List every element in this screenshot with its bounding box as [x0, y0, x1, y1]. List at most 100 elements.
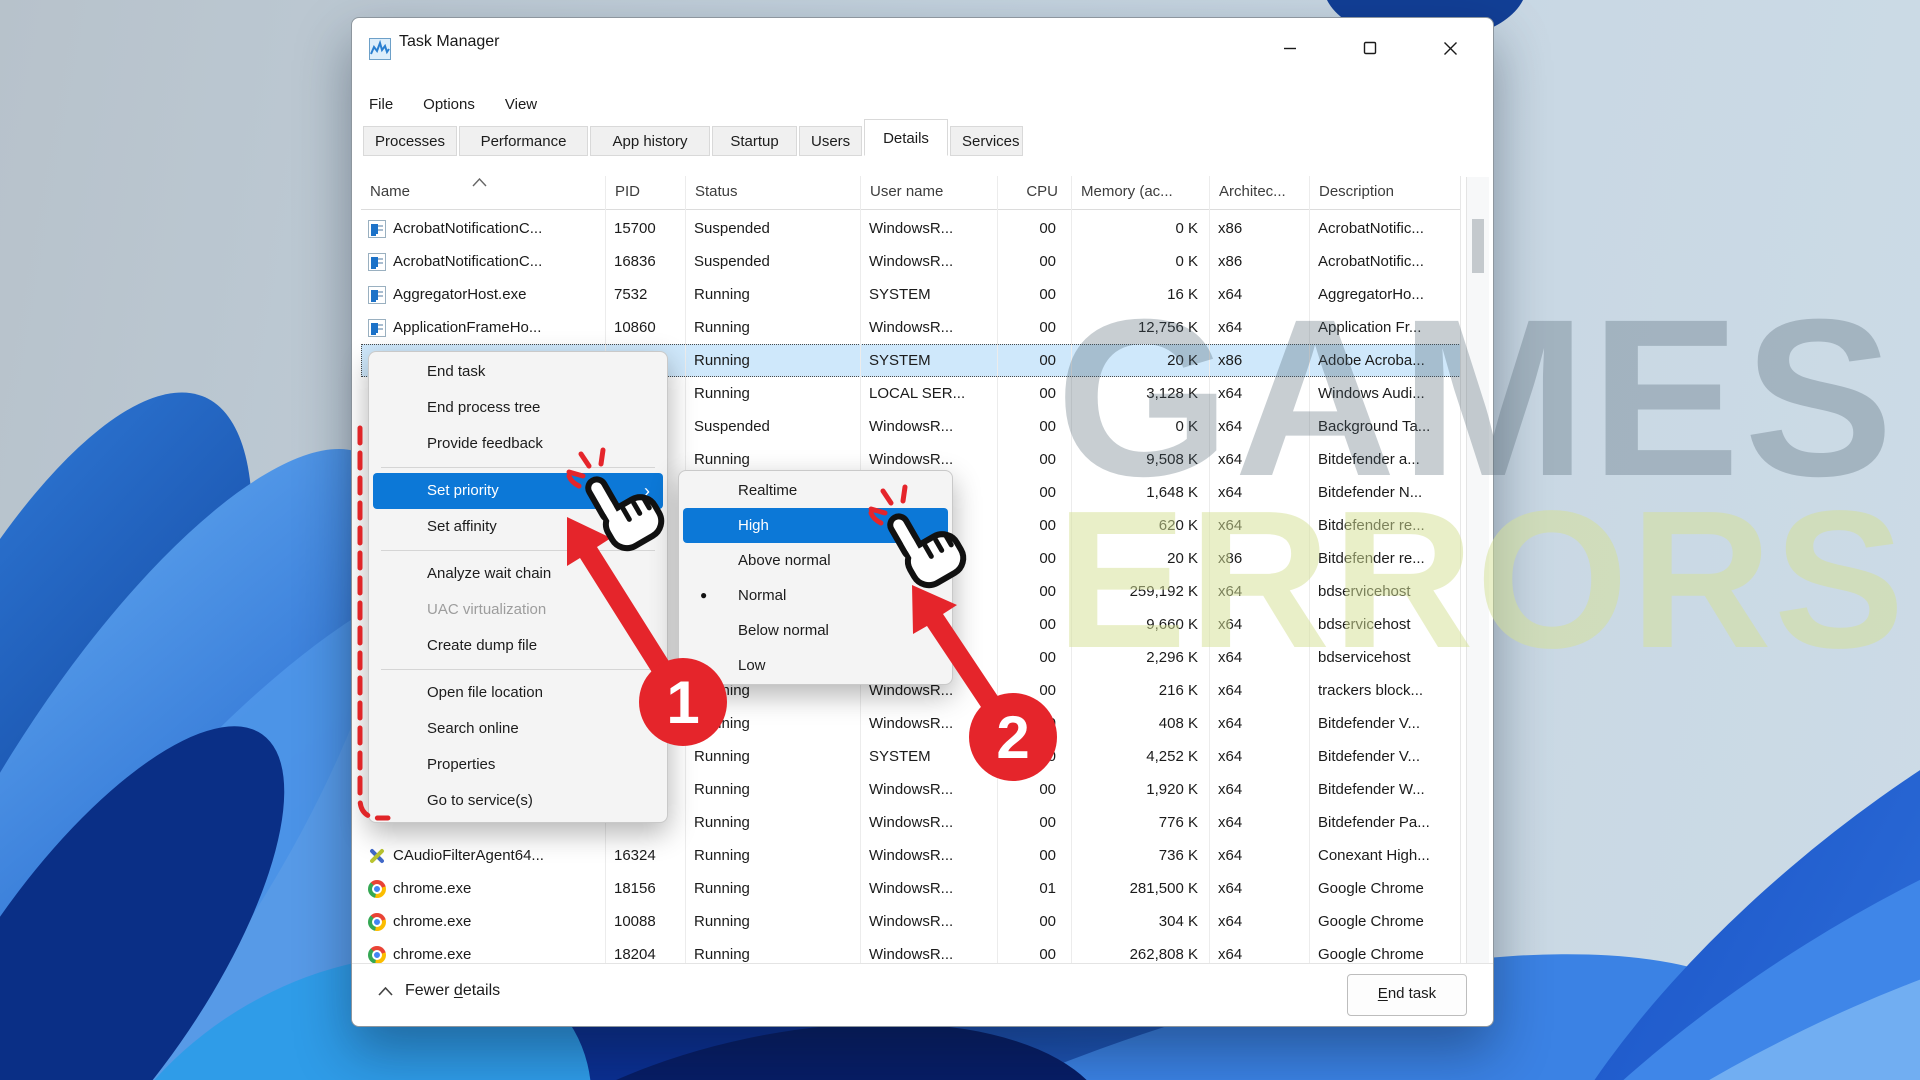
column-header-status[interactable]: Status: [686, 176, 861, 209]
menu-item-set-affinity[interactable]: Set affinity: [369, 509, 667, 545]
fewer-details-label: Fewer details: [405, 982, 500, 1000]
column-header-description[interactable]: Description: [1310, 176, 1461, 209]
title-bar[interactable]: Task Manager: [352, 18, 1493, 76]
menu-item-label: End process tree: [427, 399, 540, 416]
table-right-border: [1460, 176, 1461, 963]
cell-text: 00: [1039, 715, 1056, 732]
menu-file[interactable]: File: [369, 96, 393, 113]
cell-text: 16324: [614, 847, 656, 864]
cell-text: 00: [1039, 253, 1056, 270]
menu-item-set-priority[interactable]: Set priority›: [373, 473, 663, 509]
menu-item-end-task[interactable]: End task: [369, 354, 667, 390]
table-row[interactable]: chrome.exe10088RunningWindowsR...00304 K…: [361, 905, 1461, 938]
menu-item-high[interactable]: High: [683, 508, 948, 543]
cell-text: 1,648 K: [1146, 484, 1198, 501]
tab-performance[interactable]: Performance: [459, 126, 588, 156]
maximize-button[interactable]: [1348, 28, 1392, 68]
column-header-architec[interactable]: Architec...: [1210, 176, 1310, 209]
cell-text: 00: [1039, 484, 1056, 501]
tab-details[interactable]: Details: [864, 119, 948, 156]
menu-options[interactable]: Options: [423, 96, 475, 113]
app-icon: [368, 319, 386, 337]
cell-text: 18204: [614, 946, 656, 963]
cell-text: 00: [1039, 913, 1056, 930]
cell-text: 00: [1039, 517, 1056, 534]
table-row[interactable]: chrome.exe18156RunningWindowsR...01281,5…: [361, 872, 1461, 905]
cell-text: WindowsR...: [869, 946, 953, 963]
menu-separator: [369, 462, 667, 473]
cell-text: 4,252 K: [1146, 748, 1198, 765]
tab-app-history[interactable]: App history: [590, 126, 710, 156]
minimize-button[interactable]: [1268, 28, 1312, 68]
vertical-scrollbar[interactable]: [1466, 177, 1489, 963]
table-row[interactable]: chrome.exe18204RunningWindowsR...00262,8…: [361, 938, 1461, 963]
cell-text: 2,296 K: [1146, 649, 1198, 666]
menu-item-label: UAC virtualization: [427, 601, 546, 618]
cell-text: LOCAL SER...: [869, 385, 965, 402]
chrome-icon: [368, 946, 386, 964]
column-header-user-name[interactable]: User name: [861, 176, 998, 209]
cell-text: chrome.exe: [393, 946, 471, 963]
menu-item-below-normal[interactable]: Below normal: [679, 613, 952, 648]
menu-item-normal[interactable]: ●Normal: [679, 578, 952, 613]
cell-text: Running: [694, 385, 750, 402]
menu-item-provide-feedback[interactable]: Provide feedback: [369, 426, 667, 462]
table-row[interactable]: AcrobatNotificationC...16836SuspendedWin…: [361, 245, 1461, 278]
menu-item-open-file-location[interactable]: Open file location: [369, 675, 667, 711]
tab-users[interactable]: Users: [799, 126, 862, 156]
menu-item-go-to-service-s[interactable]: Go to service(s): [369, 783, 667, 819]
app-icon: [368, 286, 386, 304]
menu-item-label: End task: [427, 363, 485, 380]
cell-text: x86: [1218, 352, 1242, 369]
cell-text: 10088: [614, 913, 656, 930]
cell-text: Google Chrome: [1318, 913, 1424, 930]
menu-view[interactable]: View: [505, 96, 537, 113]
cell-text: 776 K: [1159, 814, 1198, 831]
close-button[interactable]: [1428, 28, 1472, 68]
cell-text: 216 K: [1159, 682, 1198, 699]
menu-item-search-online[interactable]: Search online: [369, 711, 667, 747]
column-header-pid[interactable]: PID: [606, 176, 686, 209]
end-task-button[interactable]: End task: [1347, 974, 1467, 1016]
menu-item-properties[interactable]: Properties: [369, 747, 667, 783]
scrollbar-thumb[interactable]: [1472, 219, 1484, 273]
fewer-details-toggle[interactable]: Fewer details: [378, 982, 500, 1000]
table-row[interactable]: AcrobatNotificationC...15700SuspendedWin…: [361, 212, 1461, 245]
menu-item-uac-virtualization: UAC virtualization: [369, 592, 667, 628]
cell-text: WindowsR...: [869, 253, 953, 270]
app-icon: [368, 220, 386, 238]
cell-text: x64: [1218, 847, 1242, 864]
menu-item-label: Search online: [427, 720, 519, 737]
tab-processes[interactable]: Processes: [363, 126, 457, 156]
chrome-icon: [368, 913, 386, 931]
menu-item-realtime[interactable]: Realtime: [679, 473, 952, 508]
menu-item-analyze-wait-chain[interactable]: Analyze wait chain: [369, 556, 667, 592]
cell-text: 1,920 K: [1146, 781, 1198, 798]
cell-text: x86: [1218, 253, 1242, 270]
column-header-cpu[interactable]: CPU: [998, 176, 1072, 209]
table-row[interactable]: ApplicationFrameHo...10860RunningWindows…: [361, 311, 1461, 344]
menu-item-end-process-tree[interactable]: End process tree: [369, 390, 667, 426]
cell-text: x64: [1218, 583, 1242, 600]
tab-services[interactable]: Services: [950, 126, 1023, 156]
cell-text: SYSTEM: [869, 748, 931, 765]
menu-item-label: Create dump file: [427, 637, 537, 654]
maximize-icon: [1363, 41, 1377, 55]
cell-text: 12,756 K: [1138, 319, 1198, 336]
menu-item-low[interactable]: Low: [679, 648, 952, 683]
table-row[interactable]: AggregatorHost.exe7532RunningSYSTEM0016 …: [361, 278, 1461, 311]
cell-text: Bitdefender a...: [1318, 451, 1420, 468]
cell-text: ApplicationFrameHo...: [393, 319, 541, 336]
column-header-memory-ac[interactable]: Memory (ac...: [1072, 176, 1210, 209]
menu-item-above-normal[interactable]: Above normal: [679, 543, 952, 578]
cell-text: 00: [1039, 583, 1056, 600]
cell-text: WindowsR...: [869, 814, 953, 831]
table-row[interactable]: CAudioFilterAgent64...16324RunningWindow…: [361, 839, 1461, 872]
cell-text: 0 K: [1175, 220, 1198, 237]
cell-text: x64: [1218, 682, 1242, 699]
cell-text: WindowsR...: [869, 781, 953, 798]
tab-startup[interactable]: Startup: [712, 126, 797, 156]
column-separator: [1071, 176, 1072, 963]
menu-item-create-dump-file[interactable]: Create dump file: [369, 628, 667, 664]
menu-item-label: Set affinity: [427, 518, 497, 535]
